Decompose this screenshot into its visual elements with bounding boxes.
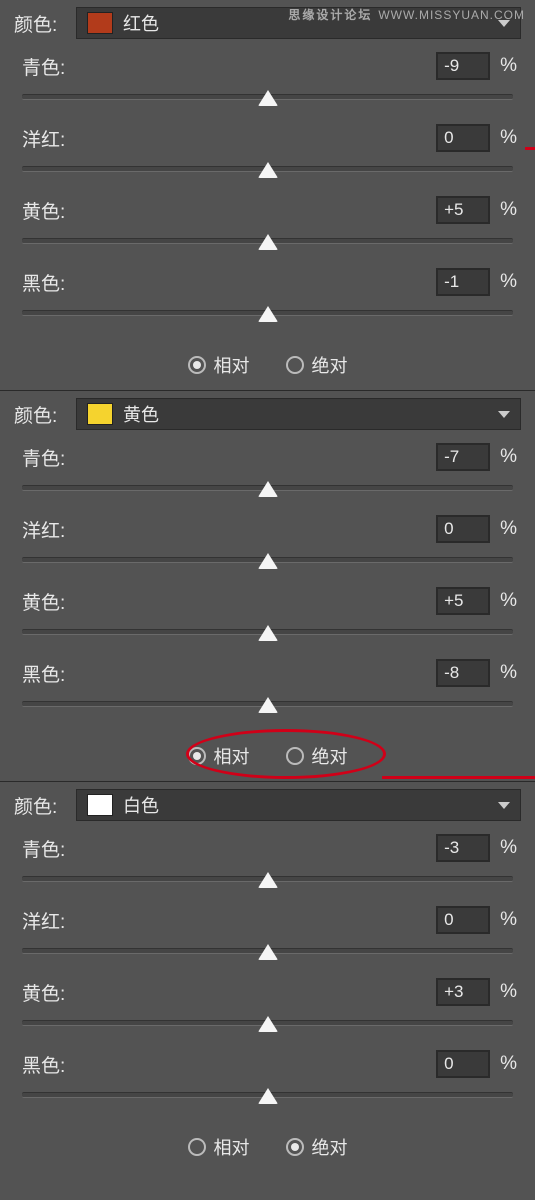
percent-label: %: [500, 518, 517, 540]
radio-absolute[interactable]: 绝对: [286, 352, 348, 378]
color-name: 白色: [123, 792, 510, 818]
black-label: 黑色:: [22, 1051, 65, 1078]
mode-radio-group: 相对 绝对: [12, 340, 523, 390]
color-swatch-red: [87, 12, 113, 34]
chevron-down-icon: [498, 411, 510, 418]
mode-radio-group: 相对 绝对: [12, 1122, 523, 1172]
slider-thumb-icon: [258, 872, 278, 888]
magenta-label: 洋红:: [22, 516, 65, 543]
radio-absolute[interactable]: 绝对: [286, 743, 348, 769]
black-slider[interactable]: [16, 695, 519, 721]
cyan-value-input[interactable]: [436, 443, 490, 471]
percent-label: %: [500, 909, 517, 931]
slider-thumb-icon: [258, 697, 278, 713]
slider-thumb-icon: [258, 944, 278, 960]
cyan-label: 青色:: [22, 53, 65, 80]
selective-color-section-red: 颜色: 红色 青色: % 洋红: %: [0, 0, 535, 390]
magenta-slider[interactable]: [16, 942, 519, 968]
radio-icon: [188, 356, 206, 374]
radio-icon: [188, 747, 206, 765]
cyan-value-input[interactable]: [436, 52, 490, 80]
watermark-text: 思缘设计论坛WWW.MISSYUAN.COM: [288, 6, 525, 23]
radio-icon: [286, 356, 304, 374]
magenta-value-input[interactable]: [436, 906, 490, 934]
color-dropdown-white[interactable]: 白色: [76, 789, 521, 821]
color-label: 颜色:: [14, 10, 62, 37]
radio-relative[interactable]: 相对: [188, 1134, 250, 1160]
slider-thumb-icon: [258, 90, 278, 106]
color-swatch-yellow: [87, 403, 113, 425]
yellow-slider[interactable]: [16, 232, 519, 258]
percent-label: %: [500, 55, 517, 77]
percent-label: %: [500, 446, 517, 468]
black-value-input[interactable]: [436, 659, 490, 687]
percent-label: %: [500, 1053, 517, 1075]
cyan-slider[interactable]: [16, 870, 519, 896]
color-name: 黄色: [123, 401, 510, 427]
slider-thumb-icon: [258, 306, 278, 322]
magenta-label: 洋红:: [22, 907, 65, 934]
slider-thumb-icon: [258, 553, 278, 569]
percent-label: %: [500, 127, 517, 149]
black-slider[interactable]: [16, 1086, 519, 1112]
magenta-slider[interactable]: [16, 160, 519, 186]
yellow-label: 黄色:: [22, 588, 65, 615]
color-dropdown-yellow[interactable]: 黄色: [76, 398, 521, 430]
yellow-label: 黄色:: [22, 979, 65, 1006]
slider-thumb-icon: [258, 625, 278, 641]
selective-color-section-yellow: 颜色: 黄色 青色: % 洋红: %: [0, 391, 535, 781]
black-value-input[interactable]: [436, 268, 490, 296]
magenta-slider[interactable]: [16, 551, 519, 577]
slider-thumb-icon: [258, 481, 278, 497]
yellow-slider[interactable]: [16, 623, 519, 649]
yellow-slider[interactable]: [16, 1014, 519, 1040]
percent-label: %: [500, 271, 517, 293]
black-label: 黑色:: [22, 269, 65, 296]
radio-absolute[interactable]: 绝对: [286, 1134, 348, 1160]
cyan-value-input[interactable]: [436, 834, 490, 862]
magenta-label: 洋红:: [22, 125, 65, 152]
yellow-label: 黄色:: [22, 197, 65, 224]
color-label: 颜色:: [14, 401, 62, 428]
selective-color-section-white: 颜色: 白色 青色: % 洋红: %: [0, 782, 535, 1172]
slider-thumb-icon: [258, 1016, 278, 1032]
percent-label: %: [500, 199, 517, 221]
cyan-label: 青色:: [22, 835, 65, 862]
radio-icon: [286, 1138, 304, 1156]
mode-radio-group: 相对 绝对: [12, 731, 523, 781]
cyan-slider[interactable]: [16, 88, 519, 114]
black-value-input[interactable]: [436, 1050, 490, 1078]
yellow-value-input[interactable]: [436, 978, 490, 1006]
slider-thumb-icon: [258, 162, 278, 178]
yellow-value-input[interactable]: [436, 196, 490, 224]
cyan-slider[interactable]: [16, 479, 519, 505]
radio-icon: [188, 1138, 206, 1156]
magenta-value-input[interactable]: [436, 124, 490, 152]
percent-label: %: [500, 981, 517, 1003]
chevron-down-icon: [498, 802, 510, 809]
yellow-value-input[interactable]: [436, 587, 490, 615]
percent-label: %: [500, 590, 517, 612]
radio-relative[interactable]: 相对: [188, 352, 250, 378]
black-slider[interactable]: [16, 304, 519, 330]
slider-thumb-icon: [258, 234, 278, 250]
color-label: 颜色:: [14, 792, 62, 819]
percent-label: %: [500, 837, 517, 859]
black-label: 黑色:: [22, 660, 65, 687]
magenta-value-input[interactable]: [436, 515, 490, 543]
radio-icon: [286, 747, 304, 765]
color-swatch-white: [87, 794, 113, 816]
percent-label: %: [500, 662, 517, 684]
slider-thumb-icon: [258, 1088, 278, 1104]
radio-relative[interactable]: 相对: [188, 743, 250, 769]
cyan-label: 青色:: [22, 444, 65, 471]
